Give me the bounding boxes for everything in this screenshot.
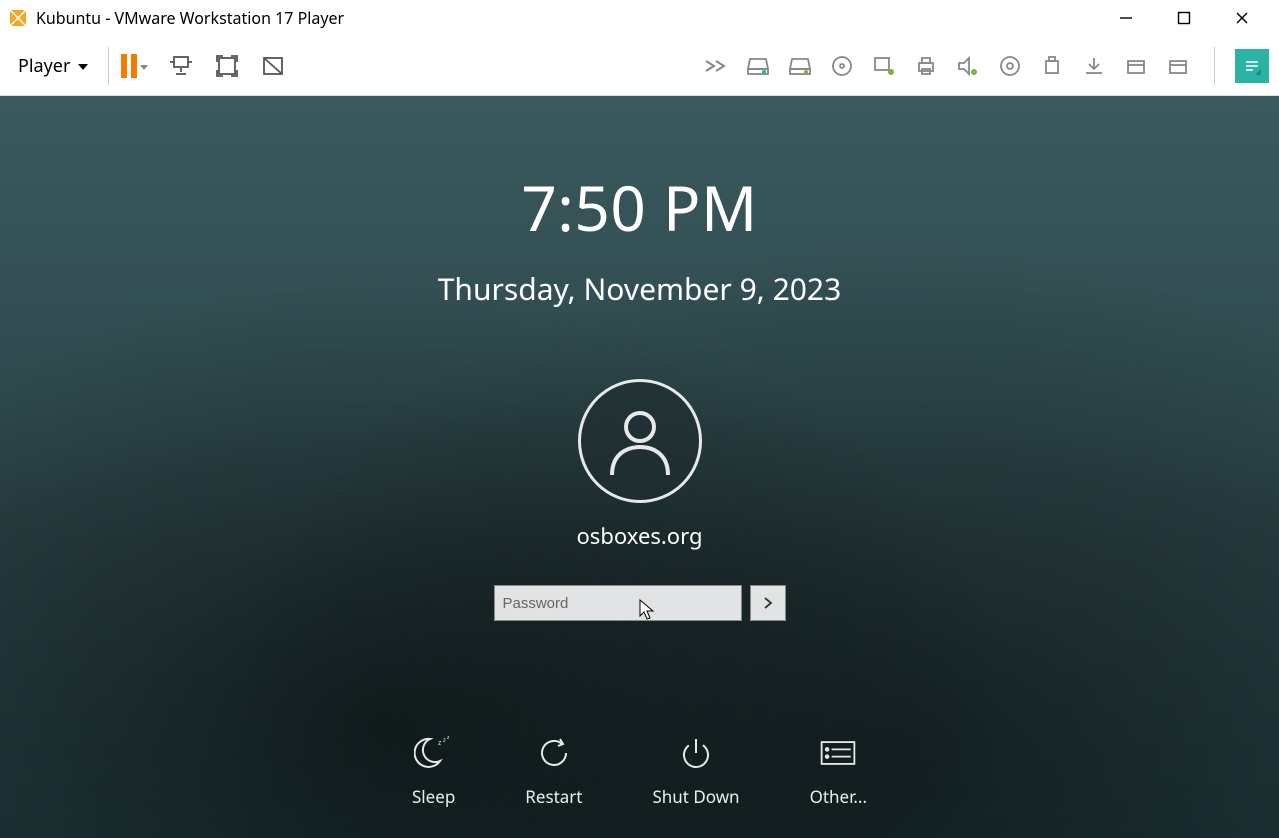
shutdown-label: Shut Down xyxy=(652,785,739,808)
minimize-button[interactable] xyxy=(1111,3,1141,33)
power-actions: z z z Sleep Restart xyxy=(0,733,1279,808)
window-title: Kubuntu - VMware Workstation 17 Player xyxy=(36,7,1111,29)
toolbar-separator xyxy=(108,47,109,85)
restart-icon xyxy=(534,733,574,773)
toolbar-left-group xyxy=(119,50,289,82)
install-tools-icon[interactable] xyxy=(1078,50,1110,82)
clock-date: Thursday, November 9, 2023 xyxy=(0,268,1279,309)
list-icon xyxy=(818,733,858,773)
network-adapter-icon[interactable] xyxy=(868,50,900,82)
login-submit-button[interactable] xyxy=(750,585,786,621)
send-ctrl-alt-del-button[interactable] xyxy=(165,50,197,82)
usb-icon[interactable] xyxy=(1036,50,1068,82)
restart-button[interactable]: Restart xyxy=(525,733,582,808)
player-menu[interactable]: Player xyxy=(10,50,98,82)
guest-lockscreen: 7:50 PM Thursday, November 9, 2023 osbox… xyxy=(0,96,1279,838)
username-label: osboxes.org xyxy=(577,521,703,551)
clock: 7:50 PM Thursday, November 9, 2023 xyxy=(0,166,1279,309)
player-menu-label: Player xyxy=(18,54,70,78)
password-row xyxy=(494,585,786,621)
sleep-icon: z z z xyxy=(414,733,454,773)
sleep-label: Sleep xyxy=(412,785,455,808)
disc-2-icon[interactable] xyxy=(994,50,1026,82)
printer-icon[interactable] xyxy=(910,50,942,82)
pause-vm-button[interactable] xyxy=(119,50,151,82)
other-sessions-button[interactable]: Other... xyxy=(810,733,867,808)
person-icon xyxy=(600,401,680,481)
double-arrow-icon[interactable] xyxy=(700,50,732,82)
shutdown-button[interactable]: Shut Down xyxy=(652,733,739,808)
toolbar: Player xyxy=(0,36,1279,96)
unity-mode-button[interactable] xyxy=(257,50,289,82)
fullscreen-button[interactable] xyxy=(211,50,243,82)
box-2-icon[interactable] xyxy=(1162,50,1194,82)
maximize-button[interactable] xyxy=(1169,3,1199,33)
window-controls xyxy=(1111,3,1271,33)
hard-disk-2-icon[interactable] xyxy=(784,50,816,82)
chevron-right-icon xyxy=(761,596,775,610)
password-input[interactable] xyxy=(494,585,742,621)
svg-text:z: z xyxy=(443,736,446,744)
sleep-button[interactable]: z z z Sleep xyxy=(412,733,455,808)
chevron-down-icon xyxy=(139,55,149,77)
svg-text:z: z xyxy=(438,739,442,748)
cd-dvd-icon[interactable] xyxy=(826,50,858,82)
restart-label: Restart xyxy=(525,785,582,808)
hard-disk-1-icon[interactable] xyxy=(742,50,774,82)
toolbar-right-group xyxy=(700,47,1269,85)
other-label: Other... xyxy=(810,785,867,808)
vmware-app-icon xyxy=(8,8,28,28)
titlebar: Kubuntu - VMware Workstation 17 Player xyxy=(0,0,1279,36)
chevron-down-icon xyxy=(76,54,90,78)
user-avatar[interactable] xyxy=(578,379,702,503)
toolbar-separator xyxy=(1214,47,1215,85)
sound-icon[interactable] xyxy=(952,50,984,82)
power-icon xyxy=(676,733,716,773)
svg-text:z: z xyxy=(447,735,450,741)
note-icon xyxy=(1241,55,1263,77)
clock-time: 7:50 PM xyxy=(0,166,1279,250)
pause-icon xyxy=(121,54,137,78)
box-1-icon[interactable] xyxy=(1120,50,1152,82)
notes-button[interactable] xyxy=(1235,49,1269,83)
login-area: osboxes.org xyxy=(0,379,1279,621)
close-button[interactable] xyxy=(1227,3,1257,33)
